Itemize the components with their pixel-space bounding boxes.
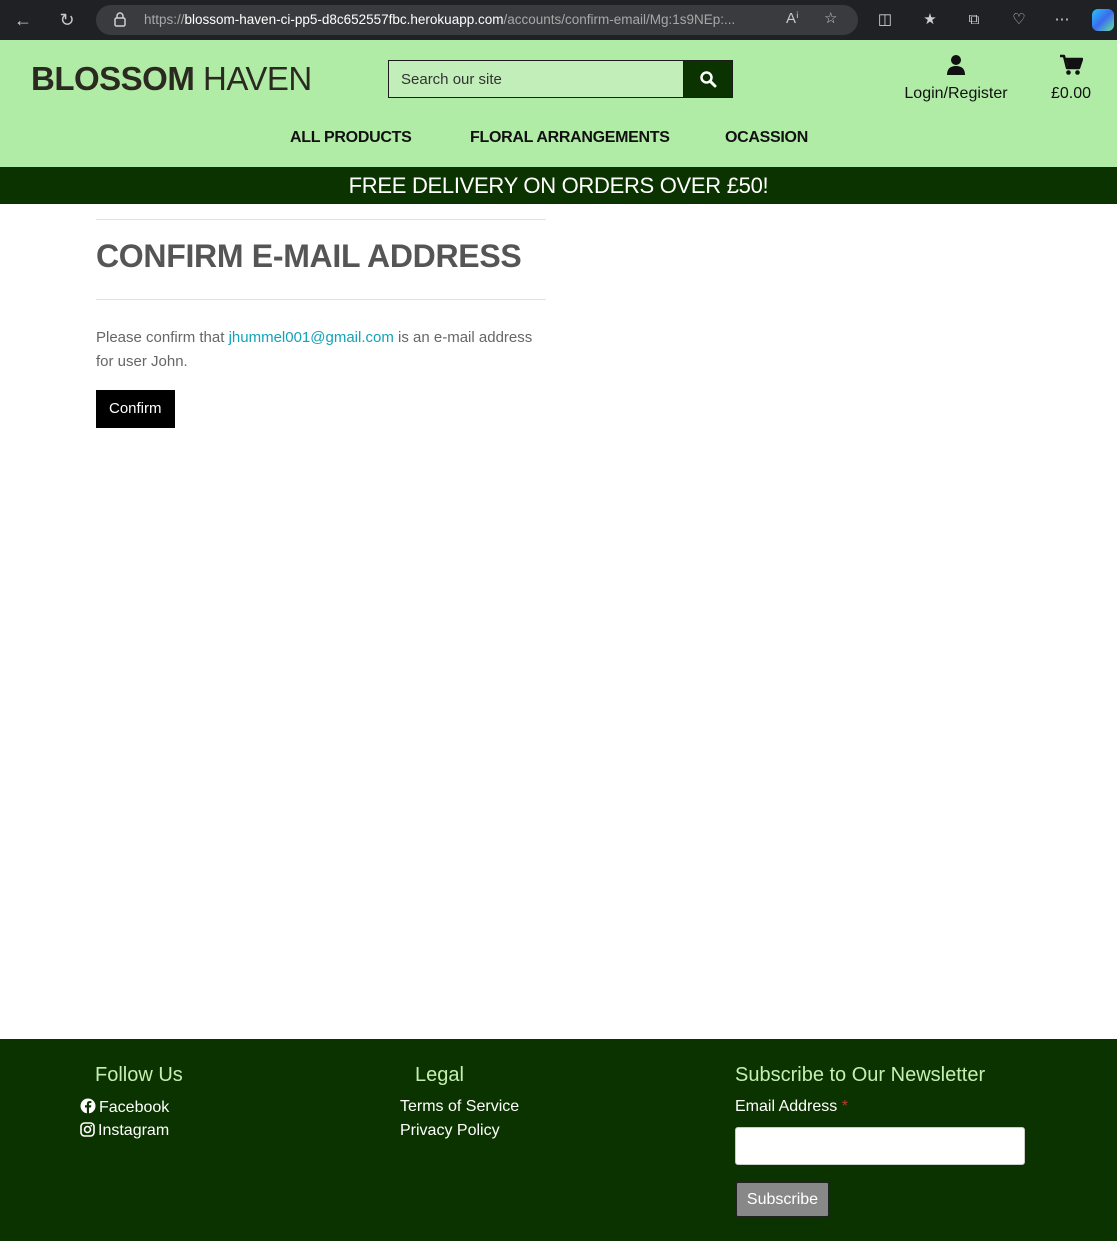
newsletter-heading: Subscribe to Our Newsletter bbox=[735, 1064, 986, 1086]
nav-occasion[interactable]: OCASSION bbox=[725, 129, 808, 147]
favorites-icon[interactable]: ★ bbox=[919, 9, 941, 31]
divider bbox=[96, 299, 546, 300]
terms-of-service-link[interactable]: Terms of Service bbox=[400, 1098, 519, 1116]
site-footer: Follow Us Facebook Instagram Legal Terms… bbox=[0, 1039, 1117, 1241]
cart-total: £0.00 bbox=[1050, 85, 1092, 102]
logo-bold-text: BLOSSOM bbox=[31, 60, 195, 97]
search-icon bbox=[700, 71, 717, 88]
instagram-link[interactable]: Instagram bbox=[80, 1122, 169, 1140]
refresh-icon[interactable]: ↻ bbox=[54, 8, 80, 32]
user-icon bbox=[947, 55, 965, 75]
shopping-cart-icon bbox=[1060, 54, 1084, 75]
favorite-star-icon[interactable]: ☆ bbox=[824, 9, 837, 27]
more-options-icon[interactable]: ⋯ bbox=[1051, 9, 1073, 31]
confirm-button[interactable]: Confirm bbox=[96, 390, 175, 428]
nav-floral-arrangements[interactable]: FLORAL ARRANGEMENTS bbox=[470, 129, 670, 147]
search-form bbox=[388, 60, 733, 98]
address-bar[interactable]: https://blossom-haven-ci-pp5-d8c652557fb… bbox=[96, 5, 858, 35]
delivery-banner: FREE DELIVERY ON ORDERS OVER £50! bbox=[0, 167, 1117, 204]
back-icon[interactable]: ← bbox=[10, 8, 36, 32]
follow-us-heading: Follow Us bbox=[95, 1064, 183, 1086]
legal-heading: Legal bbox=[415, 1064, 464, 1086]
confirm-message: Please confirm that jhummel001@gmail.com… bbox=[96, 326, 546, 374]
divider bbox=[96, 219, 546, 220]
main-nav: ALL PRODUCTS FLORAL ARRANGEMENTS OCASSIO… bbox=[0, 129, 1117, 153]
email-label-text: Email Address bbox=[735, 1098, 838, 1115]
privacy-policy-link[interactable]: Privacy Policy bbox=[400, 1122, 500, 1140]
lock-icon bbox=[114, 12, 126, 27]
logo-light-text: HAVEN bbox=[203, 60, 312, 97]
required-mark: * bbox=[841, 1098, 848, 1115]
instagram-label: Instagram bbox=[98, 1122, 170, 1139]
subscribe-button[interactable]: Subscribe bbox=[735, 1181, 830, 1218]
search-button[interactable] bbox=[683, 60, 733, 98]
cart-link[interactable]: £0.00 bbox=[1040, 54, 1102, 103]
nav-all-products[interactable]: ALL PRODUCTS bbox=[290, 129, 412, 147]
facebook-icon bbox=[80, 1098, 96, 1114]
collections-icon[interactable]: ⧉ bbox=[963, 9, 985, 31]
newsletter-email-input[interactable] bbox=[735, 1127, 1025, 1165]
browser-toolbar: ← ↻ https://blossom-haven-ci-pp5-d8c6525… bbox=[0, 0, 1117, 40]
confirm-email-section: CONFIRM E-MAIL ADDRESS Please confirm th… bbox=[96, 219, 546, 428]
copilot-icon[interactable] bbox=[1092, 9, 1114, 31]
read-aloud-icon[interactable]: Aⁱ bbox=[786, 9, 799, 27]
site-logo[interactable]: BLOSSOM HAVEN bbox=[31, 60, 312, 98]
url-text: https://blossom-haven-ci-pp5-d8c652557fb… bbox=[144, 12, 736, 27]
split-screen-icon[interactable]: ◫ bbox=[874, 9, 896, 31]
account-label: Login/Register bbox=[904, 85, 1008, 102]
facebook-link[interactable]: Facebook bbox=[80, 1098, 169, 1117]
browser-essentials-icon[interactable]: ♡ bbox=[1008, 9, 1030, 31]
page-title: CONFIRM E-MAIL ADDRESS bbox=[96, 238, 522, 274]
email-link[interactable]: jhummel001@gmail.com bbox=[229, 329, 394, 346]
account-link[interactable]: Login/Register bbox=[896, 54, 1016, 103]
facebook-label: Facebook bbox=[99, 1099, 170, 1116]
email-address-label: Email Address * bbox=[735, 1098, 848, 1116]
instagram-icon bbox=[80, 1122, 95, 1137]
site-header: BLOSSOM HAVEN Login/Register £0.00 ALL P… bbox=[0, 40, 1117, 167]
search-input[interactable] bbox=[388, 60, 684, 98]
message-text: Please confirm that bbox=[96, 329, 229, 346]
